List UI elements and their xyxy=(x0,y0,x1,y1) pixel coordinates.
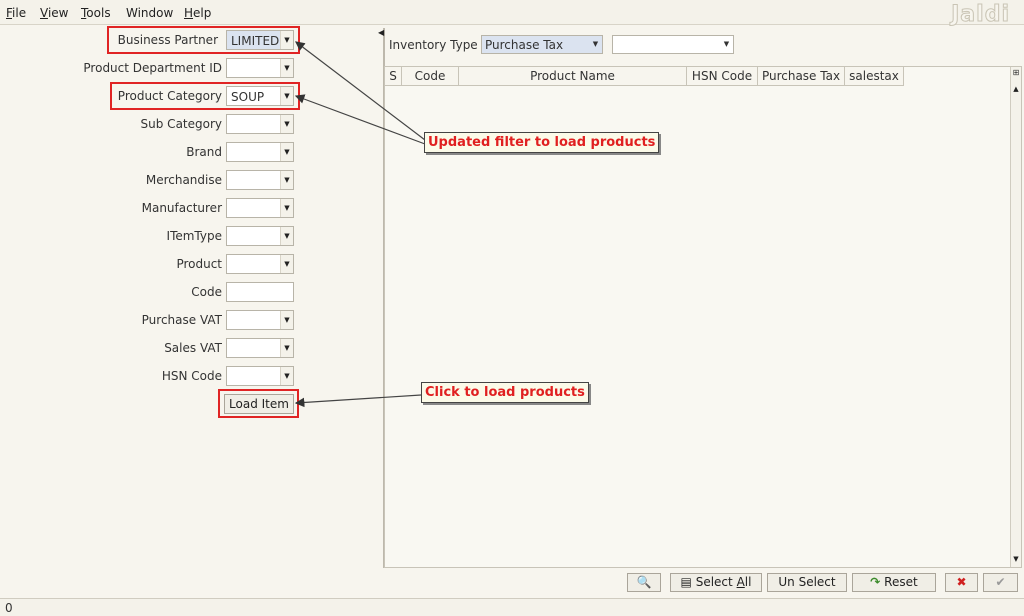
sub-category-combo[interactable]: ▼ xyxy=(226,114,294,134)
filter-product-department: Product Department ID ▼ xyxy=(0,58,300,78)
filter-item-type: ITemType ▼ xyxy=(0,226,300,246)
brand-combo[interactable]: ▼ xyxy=(226,142,294,162)
code-input[interactable] xyxy=(226,282,294,302)
preview-button[interactable]: 🔍 xyxy=(627,573,661,592)
sales-vat-combo[interactable]: ▼ xyxy=(226,338,294,358)
product-department-combo[interactable]: ▼ xyxy=(226,58,294,78)
load-item-button[interactable]: Load Item xyxy=(224,394,294,414)
chevron-down-icon[interactable]: ▼ xyxy=(280,199,293,217)
table-scrollbar[interactable]: ▲ ▼ xyxy=(1010,67,1021,567)
status-text: 0 xyxy=(5,601,13,615)
column-header-product-name[interactable]: Product Name xyxy=(459,67,687,86)
filter-hsn-code: HSN Code ▼ xyxy=(0,366,300,386)
product-category-combo[interactable]: SOUP ▼ xyxy=(226,86,294,106)
column-header-select[interactable]: S xyxy=(385,67,402,86)
ok-button[interactable]: ✔ xyxy=(983,573,1018,592)
scroll-up-icon[interactable]: ▲ xyxy=(1011,85,1021,93)
chevron-down-icon[interactable]: ▼ xyxy=(280,87,293,105)
manufacturer-combo[interactable]: ▼ xyxy=(226,198,294,218)
callout-load: Click to load products xyxy=(421,382,589,403)
product-department-label: Product Department ID xyxy=(83,61,222,75)
product-category-label: Product Category xyxy=(117,89,222,103)
filter-sales-vat: Sales VAT ▼ xyxy=(0,338,300,358)
chevron-down-icon[interactable]: ▼ xyxy=(280,311,293,329)
menu-file[interactable]: File xyxy=(6,6,26,20)
merchandise-combo[interactable]: ▼ xyxy=(226,170,294,190)
filter-product-category: Product Category SOUP ▼ xyxy=(0,86,300,106)
scroll-down-icon[interactable]: ▼ xyxy=(1011,555,1021,563)
menu-view[interactable]: View xyxy=(40,6,68,20)
chevron-down-icon[interactable]: ▼ xyxy=(280,171,293,189)
inventory-type-label: Inventory Type xyxy=(389,38,478,52)
close-icon: ✖ xyxy=(956,575,967,589)
chevron-down-icon[interactable]: ▼ xyxy=(280,367,293,385)
chevron-down-icon[interactable]: ▼ xyxy=(280,115,293,133)
chevron-down-icon[interactable]: ▼ xyxy=(589,36,602,53)
manufacturer-label: Manufacturer xyxy=(141,201,222,215)
inventory-type-combo[interactable]: Purchase Tax ▼ xyxy=(481,35,603,54)
reset-icon: ↷ xyxy=(870,575,881,589)
filter-sub-category: Sub Category ▼ xyxy=(0,114,300,134)
column-header-purchase-tax[interactable]: Purchase Tax xyxy=(758,67,845,86)
merchandise-label: Merchandise xyxy=(145,173,222,187)
status-bar: 0 xyxy=(0,598,1024,616)
purchase-vat-combo[interactable]: ▼ xyxy=(226,310,294,330)
cancel-button[interactable]: ✖ xyxy=(945,573,978,592)
inventory-secondary-combo[interactable]: ▼ xyxy=(612,35,734,54)
product-label: Product xyxy=(176,257,222,271)
business-partner-label: Business Partner xyxy=(117,33,218,47)
filter-brand: Brand ▼ xyxy=(0,142,300,162)
menu-help[interactable]: Help xyxy=(184,6,211,20)
hsn-code-label: HSN Code xyxy=(161,369,222,383)
code-label: Code xyxy=(191,285,222,299)
checkmark-icon: ✔ xyxy=(995,575,1006,589)
menu-tools[interactable]: Tools xyxy=(81,6,111,20)
product-combo[interactable]: ▼ xyxy=(226,254,294,274)
brand-label: Brand xyxy=(186,145,222,159)
app-logo: Jaldi xyxy=(951,2,1010,28)
filter-business-partner: Business Partner LIMITED ▼ xyxy=(0,30,300,50)
menu-window[interactable]: Window xyxy=(126,6,173,20)
reset-button[interactable]: ↷ Reset xyxy=(852,573,936,592)
select-all-button[interactable]: ▤ Select All xyxy=(670,573,762,592)
filter-manufacturer: Manufacturer ▼ xyxy=(0,198,300,218)
column-chooser-icon[interactable]: ⊞ xyxy=(1011,68,1021,78)
filter-code: Code xyxy=(0,282,300,302)
item-type-label: ITemType xyxy=(166,229,222,243)
column-header-hsn-code[interactable]: HSN Code xyxy=(687,67,758,86)
split-collapse-icon[interactable]: ◀ xyxy=(378,28,384,37)
column-header-code[interactable]: Code xyxy=(402,67,459,86)
hsn-code-combo[interactable]: ▼ xyxy=(226,366,294,386)
chevron-down-icon[interactable]: ▼ xyxy=(280,31,293,49)
chevron-down-icon[interactable]: ▼ xyxy=(720,36,733,53)
chevron-down-icon[interactable]: ▼ xyxy=(280,59,293,77)
purchase-vat-label: Purchase VAT xyxy=(141,313,222,327)
item-type-combo[interactable]: ▼ xyxy=(226,226,294,246)
column-header-salestax[interactable]: salestax xyxy=(845,67,904,86)
unselect-button[interactable]: Un Select xyxy=(767,573,847,592)
chevron-down-icon[interactable]: ▼ xyxy=(280,255,293,273)
callout-filter: Updated filter to load products xyxy=(424,132,660,153)
filter-purchase-vat: Purchase VAT ▼ xyxy=(0,310,300,330)
chevron-down-icon[interactable]: ▼ xyxy=(280,339,293,357)
menu-bar: File View Tools Window Help Jaldi xyxy=(0,0,1024,28)
filter-merchandise: Merchandise ▼ xyxy=(0,170,300,190)
select-list-icon: ▤ xyxy=(680,575,692,589)
sub-category-label: Sub Category xyxy=(140,117,222,131)
chevron-down-icon[interactable]: ▼ xyxy=(280,227,293,245)
filter-product: Product ▼ xyxy=(0,254,300,274)
chevron-down-icon[interactable]: ▼ xyxy=(280,143,293,161)
magnifier-icon: 🔍 xyxy=(636,575,652,589)
sales-vat-label: Sales VAT xyxy=(164,341,222,355)
business-partner-combo[interactable]: LIMITED ▼ xyxy=(226,30,294,50)
